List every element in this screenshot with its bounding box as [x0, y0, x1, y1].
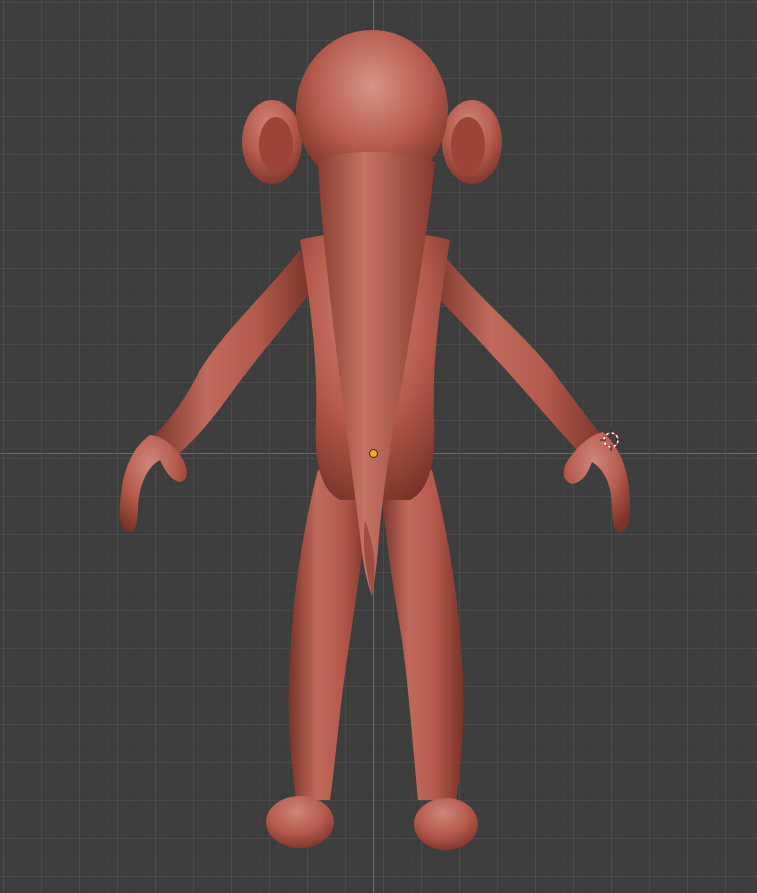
right-ear: [442, 100, 502, 184]
right-leg: [380, 470, 478, 850]
right-arm: [430, 250, 630, 532]
3d-viewport[interactable]: [0, 0, 757, 893]
sculpt-character-model[interactable]: [0, 0, 757, 893]
object-origin-icon: [369, 449, 378, 458]
left-arm: [119, 250, 312, 532]
left-leg: [266, 470, 370, 848]
left-ear: [242, 100, 302, 184]
3d-cursor-icon[interactable]: [599, 428, 623, 452]
